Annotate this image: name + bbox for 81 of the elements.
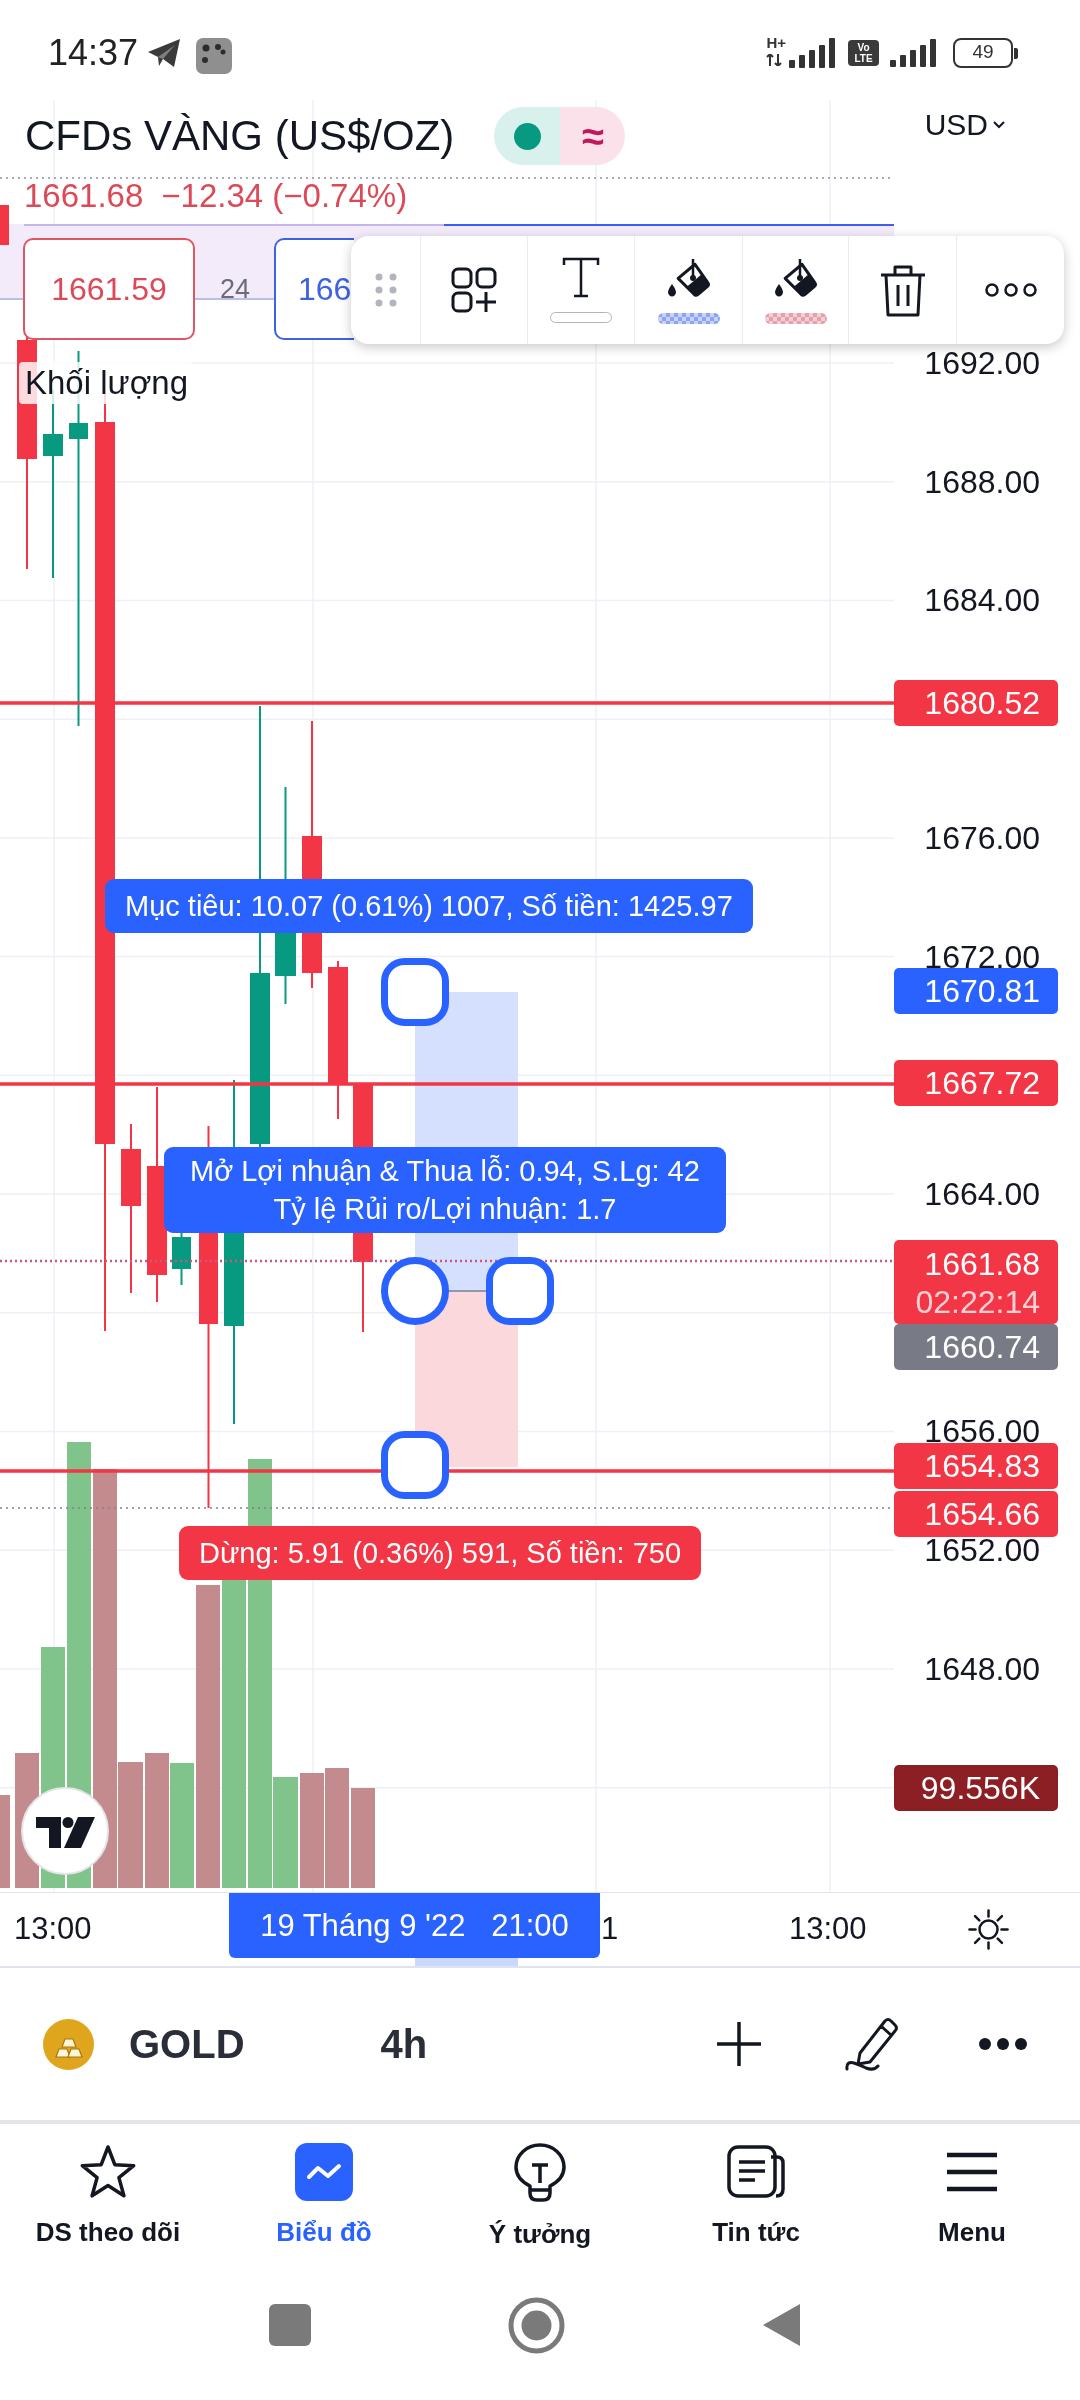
plus-icon [716, 2021, 762, 2067]
signal-icon [889, 39, 938, 67]
price-tag: 99.556K [894, 1765, 1058, 1811]
price-tag: 1654.66 [894, 1491, 1058, 1537]
nav-tab[interactable]: Tin tức [648, 2124, 864, 2276]
price-axis-label: 1688.00 [924, 464, 1040, 500]
price-tag: 1670.81 [894, 968, 1058, 1014]
time-axis-label: 1 [601, 1910, 619, 1948]
nav-tab[interactable]: DS theo dõi [0, 2124, 216, 2276]
price-change: −12.34 (−0.74%) [161, 178, 408, 214]
trash-icon [878, 263, 927, 317]
drag-handle-icon [374, 273, 397, 307]
logo-icon[interactable] [21, 1787, 109, 1875]
status-dot-icon [513, 122, 541, 150]
price-tag: 1667.72 [894, 1060, 1058, 1106]
more-icon [978, 2037, 1028, 2051]
paint-bucket-icon [772, 256, 819, 299]
delay-sign: ≈ [581, 113, 604, 160]
price-axis-label: 1692.00 [924, 345, 1040, 381]
currency-selector[interactable]: USD [924, 107, 1005, 143]
square-icon [269, 2304, 311, 2346]
symbol-button[interactable]: GOLD [129, 2021, 245, 2067]
home-button[interactable] [508, 2296, 565, 2354]
volte-badge: Vo LTE [848, 40, 879, 66]
spread-value: 24 [219, 272, 251, 306]
stop-label: Dừng: 5.91 (0.36%) 591, Số tiền: 750 [179, 1526, 702, 1580]
price-tag-value: 1661.68 [923, 1245, 1040, 1284]
time-axis-label: 13:00 [14, 1910, 92, 1948]
circle-icon [508, 2296, 565, 2354]
price-tag: 1680.52 [894, 680, 1058, 726]
triangle-icon [761, 2302, 802, 2348]
price-axis-label: 1684.00 [924, 582, 1040, 618]
paint-bucket-icon [665, 256, 712, 299]
paper-plane-icon [147, 38, 182, 68]
price-tag: 1660.74 [894, 1324, 1058, 1370]
nav-tab[interactable]: Menu [864, 2124, 1080, 2276]
buy-button[interactable]: 166 [274, 238, 354, 340]
chart-icon [295, 2143, 353, 2201]
price-axis-label: 1648.00 [924, 1651, 1040, 1687]
light-bulb-icon [513, 2143, 567, 2203]
gallery-icon [196, 38, 233, 74]
resize-handle[interactable] [486, 1257, 554, 1325]
drawing-button[interactable] [844, 2016, 899, 2072]
newspaper-icon [727, 2143, 785, 2201]
clock-time: 14:37 [48, 33, 139, 73]
price-axis-label: 1664.00 [924, 1176, 1040, 1212]
interval-button[interactable]: 4h [380, 2021, 428, 2067]
ingot-coin-icon [43, 2018, 94, 2070]
time-axis-label: 13:00 [789, 1910, 867, 1948]
price-axis-label: 1676.00 [924, 820, 1040, 856]
sell-button[interactable]: 1661.59 [23, 238, 195, 340]
entry-line [448, 1290, 487, 1292]
add-button[interactable] [716, 2021, 762, 2067]
resize-handle[interactable] [381, 1431, 449, 1499]
volume-legend: Khối lượng [19, 362, 194, 404]
resize-handle[interactable] [381, 958, 449, 1026]
battery-indicator: 49 [953, 38, 1018, 68]
crosshair-time-label: 19 Tháng 9 '22 21:00 [229, 1893, 600, 1958]
symbol-title[interactable]: CFDs VÀNG (US$/OZ) [25, 112, 455, 160]
signal-icon [788, 38, 838, 68]
candle [0, 205, 9, 245]
entry-handle[interactable] [381, 1257, 449, 1325]
target-label: Mục tiêu: 10.07 (0.61%) 1007, Số tiền: 1425.97 [105, 879, 753, 933]
nav-tab[interactable]: Biểu đồ [216, 2124, 432, 2276]
text-icon [562, 257, 600, 298]
network-type: H+ [766, 36, 786, 50]
pen-icon [844, 2016, 899, 2072]
caret-icon [993, 121, 1005, 129]
sun-icon[interactable] [968, 1909, 1009, 1950]
star-icon [79, 2143, 137, 2201]
menu-icon [946, 2152, 998, 2192]
more-button[interactable] [978, 2037, 1028, 2051]
price-tag: 1654.83 [894, 1443, 1058, 1489]
countdown-timer: 02:22:14 [914, 1284, 1040, 1320]
position-info-label: Mở Lợi nhuận & Thua lỗ: 0.94, S.Lg: 42 Tỷ lệ Rủi ro/Lợi nhuận: 1.7 [164, 1147, 726, 1233]
grid-plus-icon [451, 267, 497, 313]
nav-tab[interactable]: Ý tưởng [432, 2124, 648, 2276]
more-icon [983, 283, 1038, 297]
back-button[interactable] [761, 2302, 802, 2348]
last-price: 1661.68 [24, 178, 144, 214]
data-arrows-icon [766, 54, 783, 66]
